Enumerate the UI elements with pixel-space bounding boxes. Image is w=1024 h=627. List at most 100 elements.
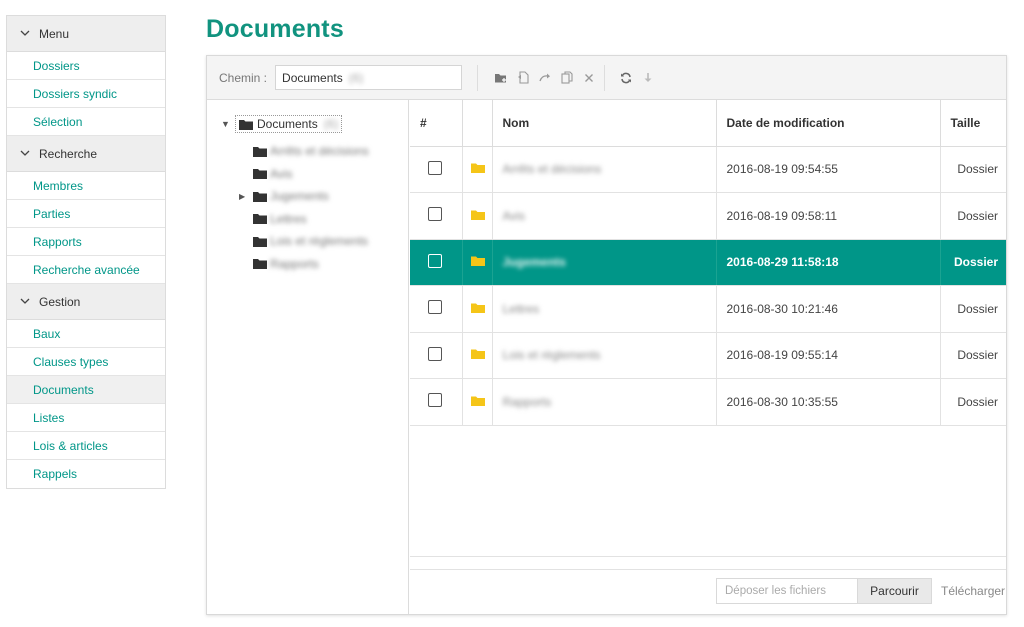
sidebar-item-recherche-avancee[interactable]: Recherche avancée: [7, 256, 165, 284]
row-checkbox[interactable]: [428, 160, 442, 175]
sidebar-item-dossiers-syndic[interactable]: Dossiers syndic: [7, 80, 165, 108]
rename-icon[interactable]: [512, 67, 534, 89]
path-input[interactable]: Documents (6): [275, 65, 463, 90]
tree-root-label[interactable]: Documents (6): [235, 115, 343, 133]
sidebar-item-rapports[interactable]: Rapports: [7, 228, 165, 256]
folder-icon: [470, 396, 485, 406]
tree-item[interactable]: Lettres: [207, 208, 408, 231]
column-header-size[interactable]: Taille: [940, 100, 1006, 147]
tree-root[interactable]: ▼ Documents (6): [207, 114, 408, 134]
sidebar-item-membres[interactable]: Membres: [7, 172, 165, 200]
toolbar-divider: [604, 64, 606, 91]
table-row[interactable]: Avis 2016-08-19 09:58:11 Dossier: [410, 192, 1006, 240]
refresh-icon[interactable]: [615, 67, 637, 89]
chevron-down-icon: [19, 148, 31, 160]
delete-icon[interactable]: [578, 67, 600, 89]
folder-icon: [253, 146, 267, 157]
path-value: Documents: [282, 70, 343, 85]
upload-button[interactable]: Télécharger: [941, 584, 1005, 598]
sidebar-section-title: Gestion: [39, 294, 81, 309]
folder-icon: [253, 259, 267, 270]
file-date: 2016-08-19 09:55:14: [716, 332, 941, 379]
file-name: Rapports: [502, 394, 552, 409]
sidebar-section-recherche[interactable]: Recherche: [7, 136, 165, 172]
sidebar-item-listes[interactable]: Listes: [7, 404, 165, 432]
column-header-date[interactable]: Date de modification: [716, 100, 941, 147]
table-row-selected[interactable]: Jugements 2016-08-29 11:58:18 Dossier: [410, 239, 1006, 286]
table-row[interactable]: Rapports 2016-08-30 10:35:55 Dossier: [410, 378, 1006, 426]
file-name: Arrêts et décisions: [502, 162, 602, 177]
column-header-name[interactable]: Nom: [492, 100, 717, 147]
file-date: 2016-08-30 10:35:55: [716, 378, 941, 426]
row-checkbox[interactable]: [428, 207, 442, 222]
file-size: Dossier: [940, 285, 1006, 333]
row-checkbox[interactable]: [428, 393, 442, 408]
table-header-row: # Nom Date de modification Taille: [410, 100, 1006, 147]
file-size: Dossier: [940, 192, 1006, 240]
tree-item-label: Jugements: [270, 189, 329, 204]
tree-item-label: Avis: [270, 166, 293, 181]
chevron-down-icon: [19, 28, 31, 40]
table-row[interactable]: Arrêts et décisions 2016-08-19 09:54:55 …: [410, 146, 1006, 193]
sidebar-item-clauses-types[interactable]: Clauses types: [7, 348, 165, 376]
file-table: # Nom Date de modification Taille Arrêts…: [410, 100, 1006, 426]
folder-icon: [253, 169, 267, 180]
file-name: Jugements: [502, 255, 566, 270]
sidebar: Menu Dossiers Dossiers syndic Sélection …: [6, 15, 166, 489]
tree-item[interactable]: Lois et règlements: [207, 230, 408, 253]
tree-item-label: Rapports: [270, 256, 319, 271]
browse-button[interactable]: Parcourir: [858, 578, 932, 604]
folder-icon: [470, 210, 485, 220]
sidebar-section-menu[interactable]: Menu: [7, 16, 165, 52]
sidebar-item-documents[interactable]: Documents: [7, 376, 165, 404]
tree-item-label: Lettres: [270, 211, 307, 226]
chevron-down-icon: [19, 296, 31, 308]
row-checkbox[interactable]: [428, 300, 442, 315]
row-checkbox[interactable]: [428, 346, 442, 361]
sidebar-item-lois-articles[interactable]: Lois & articles: [7, 432, 165, 460]
tree-item[interactable]: Arrêts et décisions: [207, 140, 408, 163]
drop-files-input[interactable]: Déposer les fichiers: [716, 578, 858, 604]
new-folder-icon[interactable]: [490, 67, 512, 89]
upload-area: Déposer les fichiers Parcourir Télécharg…: [716, 578, 1005, 604]
sidebar-item-selection[interactable]: Sélection: [7, 108, 165, 136]
folder-icon: [253, 191, 267, 202]
table-row[interactable]: Lois et règlements 2016-08-19 09:55:14 D…: [410, 332, 1006, 379]
file-size: Dossier: [940, 146, 1006, 193]
table-row[interactable]: Lettres 2016-08-30 10:21:46 Dossier: [410, 285, 1006, 333]
row-checkbox[interactable]: [428, 253, 442, 268]
toolbar-divider: [477, 64, 479, 91]
column-header-index[interactable]: #: [410, 100, 463, 147]
file-toolbar: Chemin : Documents (6): [207, 56, 1006, 100]
tree-item[interactable]: ▶ Jugements: [207, 185, 408, 208]
file-date: 2016-08-30 10:21:46: [716, 285, 941, 333]
download-icon[interactable]: [637, 67, 659, 89]
file-size: Dossier: [940, 239, 1006, 286]
copy-icon[interactable]: [556, 67, 578, 89]
sidebar-item-dossiers[interactable]: Dossiers: [7, 52, 165, 80]
file-manager-panel: Chemin : Documents (6) ▼ Documents (6) A…: [206, 55, 1007, 615]
folder-icon: [470, 256, 485, 267]
file-size: Dossier: [940, 332, 1006, 379]
move-icon[interactable]: [534, 67, 556, 89]
file-table-area: # Nom Date de modification Taille Arrêts…: [410, 100, 1006, 426]
folder-icon: [470, 349, 485, 360]
folder-icon: [239, 119, 253, 130]
folder-tree: ▼ Documents (6) Arrêts et décisions Avis…: [207, 100, 409, 614]
sidebar-item-parties[interactable]: Parties: [7, 200, 165, 228]
sidebar-section-title: Recherche: [39, 146, 98, 161]
caret-down-icon[interactable]: ▼: [221, 119, 231, 129]
sidebar-item-baux[interactable]: Baux: [7, 320, 165, 348]
tree-item[interactable]: Rapports: [207, 253, 408, 276]
sidebar-item-rappels[interactable]: Rappels: [7, 460, 165, 488]
tree-item[interactable]: Avis: [207, 163, 408, 186]
tree-item-label: Arrêts et décisions: [270, 144, 369, 159]
sidebar-section-gestion[interactable]: Gestion: [7, 284, 165, 320]
folder-icon: [470, 163, 485, 174]
horizontal-scrollbar[interactable]: [410, 556, 1006, 570]
file-name: Lois et règlements: [502, 348, 601, 363]
folder-icon: [253, 236, 267, 247]
tree-root-text: Documents: [257, 117, 318, 131]
page-title: Documents: [206, 15, 344, 43]
caret-right-icon[interactable]: ▶: [239, 192, 249, 201]
